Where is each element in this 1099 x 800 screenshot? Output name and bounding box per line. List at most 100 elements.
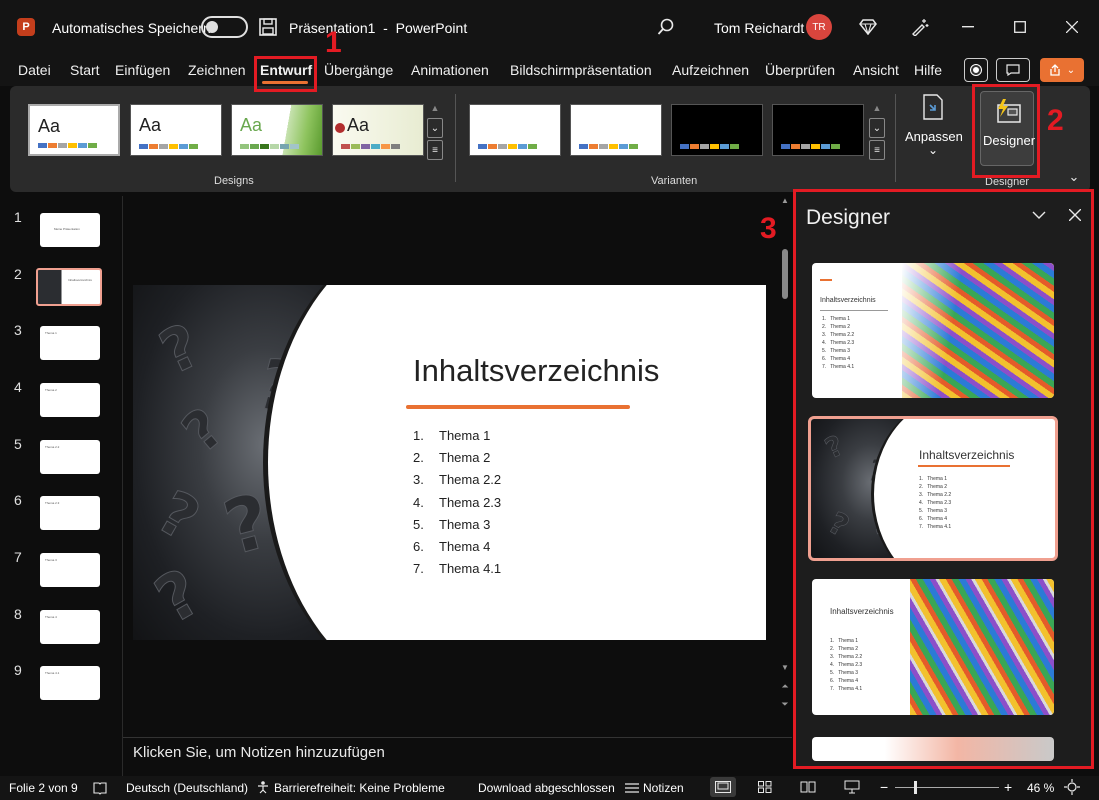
slide-thumbnail-5[interactable]: Thema 2.2 — [40, 440, 100, 474]
color-swatch — [58, 143, 67, 148]
tab-ansicht[interactable]: Ansicht — [853, 62, 899, 78]
slide-thumbnail-2[interactable]: Inhaltsverzeichnis — [36, 268, 102, 306]
save-icon[interactable] — [258, 17, 278, 37]
tab-animationen[interactable]: Animationen — [411, 62, 489, 78]
toc-text: Thema 2.2 — [439, 472, 502, 488]
slide-sorter-icon[interactable] — [755, 777, 775, 797]
slide-thumbnail-8[interactable]: Thema 4 — [40, 610, 100, 644]
theme-office[interactable]: Aa — [130, 104, 222, 156]
theme-gallery-scroll: ▲ ⌄ ≡ — [427, 98, 443, 162]
record-button[interactable] — [964, 58, 988, 82]
sidebar-divider — [122, 196, 123, 776]
previous-slide-icon[interactable]: ⏶ — [778, 680, 792, 692]
color-swatch — [139, 144, 148, 149]
tab-zeichnen[interactable]: Zeichnen — [188, 62, 246, 78]
thumbnail-text: Thema 4 — [45, 615, 57, 619]
chevron-up-icon[interactable]: ▲ — [427, 98, 443, 118]
reading-view-icon[interactable] — [798, 777, 818, 797]
language-status[interactable]: Deutsch (Deutschland) — [126, 781, 248, 795]
variant-4[interactable] — [772, 104, 864, 156]
variant-2[interactable] — [570, 104, 662, 156]
normal-view-icon[interactable] — [710, 777, 736, 797]
slide-toc-list[interactable]: 1. Thema 1 2. Thema 2 3. Thema 2.2 4. Thema 2.3… — [413, 428, 501, 583]
color-swatch — [260, 144, 269, 149]
tab-ueberpruefen[interactable]: Überprüfen — [765, 62, 835, 78]
close-icon[interactable] — [1062, 17, 1082, 37]
color-swatch — [290, 144, 299, 149]
tab-start[interactable]: Start — [70, 62, 100, 78]
color-swatch — [48, 143, 57, 148]
minimize-icon[interactable] — [958, 17, 978, 37]
chevron-up-icon[interactable]: ▲ — [869, 98, 885, 118]
collapse-ribbon-icon[interactable]: ⌄ — [1064, 168, 1084, 186]
color-swatch — [498, 144, 507, 149]
accessibility-status[interactable]: Barrierefreiheit: Keine Probleme — [274, 781, 445, 795]
tab-uebergaenge[interactable]: Übergänge — [324, 62, 393, 78]
autosave-toggle[interactable] — [201, 16, 248, 38]
color-swatch — [240, 144, 249, 149]
scroll-down-icon[interactable]: ▼ — [779, 661, 791, 673]
slideshow-icon[interactable] — [842, 777, 862, 797]
slide-thumbnail-4[interactable]: Thema 2 — [40, 383, 100, 417]
color-swatch — [508, 144, 517, 149]
maximize-icon[interactable] — [1010, 17, 1030, 37]
gallery-more-icon[interactable]: ≡ — [427, 140, 443, 160]
slide-number: 1 — [14, 209, 22, 225]
color-swatch — [68, 143, 77, 148]
tab-datei[interactable]: Datei — [18, 62, 51, 78]
chevron-down-icon[interactable]: ⌄ — [869, 118, 885, 138]
ribbon-divider — [895, 94, 896, 182]
diamond-icon[interactable] — [858, 17, 878, 37]
tab-aufzeichnen[interactable]: Aufzeichnen — [672, 62, 749, 78]
share-button[interactable]: ⌄ — [1040, 58, 1084, 82]
thumbnail-text: Thema 2.3 — [45, 501, 60, 505]
anpassen-button[interactable]: Anpassen ⌄ — [900, 92, 966, 162]
tab-hilfe[interactable]: Hilfe — [914, 62, 942, 78]
user-name[interactable]: Tom Reichardt — [714, 20, 804, 36]
avatar[interactable]: TR — [806, 14, 832, 40]
zoom-slider-thumb[interactable] — [914, 781, 917, 794]
comments-button[interactable] — [996, 58, 1030, 82]
thumbnail-text: Thema 3 — [45, 558, 57, 562]
theme-ion[interactable]: Aa — [332, 104, 424, 156]
variant-swatches — [781, 144, 840, 149]
toc-number: 3. — [413, 472, 424, 488]
toc-text: Thema 4 — [439, 538, 491, 554]
variant-1[interactable] — [469, 104, 561, 156]
color-swatch — [381, 144, 390, 149]
slide-thumbnail-3[interactable]: Thema 1 — [40, 326, 100, 360]
color-swatch — [38, 143, 47, 148]
slide-thumbnail-1[interactable]: Meine Präsentation — [40, 213, 100, 247]
slide-thumbnail-7[interactable]: Thema 3 — [40, 553, 100, 587]
theme-preview-text: Aa — [347, 115, 370, 135]
notes-icon[interactable] — [623, 780, 641, 796]
next-slide-icon[interactable]: ⏷ — [778, 698, 792, 710]
zoom-in-icon[interactable]: + — [1004, 779, 1012, 795]
notes-placeholder[interactable]: Klicken Sie, um Notizen hinzuzufügen — [133, 744, 385, 761]
notes-button[interactable]: Notizen — [643, 781, 684, 795]
variant-3[interactable] — [671, 104, 763, 156]
toc-text: Thema 3 — [439, 516, 491, 532]
zoom-level[interactable]: 46 % — [1027, 781, 1054, 795]
chevron-down-icon[interactable]: ⌄ — [427, 118, 443, 138]
slide-thumbnail-9[interactable]: Thema 4.1 — [40, 666, 100, 700]
tab-einfuegen[interactable]: Einfügen — [115, 62, 170, 78]
book-icon[interactable] — [92, 780, 108, 796]
slide-thumbnail-6[interactable]: Thema 2.3 — [40, 496, 100, 530]
scroll-up-icon[interactable]: ▲ — [779, 196, 791, 205]
accessibility-icon[interactable] — [255, 779, 271, 795]
theme-office-selected[interactable]: Aa — [28, 104, 120, 156]
slide-title[interactable]: Inhaltsverzeichnis — [413, 353, 659, 389]
gallery-more-icon[interactable]: ≡ — [869, 140, 885, 160]
tab-bildschirmpraesentation[interactable]: Bildschirmpräsentation — [510, 62, 652, 78]
search-icon[interactable] — [656, 17, 676, 37]
scroll-thumb[interactable] — [782, 249, 788, 299]
fit-slide-icon[interactable] — [1063, 778, 1081, 796]
editor-vertical-scrollbar[interactable]: ▲ — [779, 196, 791, 716]
color-swatch — [88, 143, 97, 148]
zoom-slider[interactable] — [895, 781, 999, 794]
theme-facet[interactable]: Aa — [231, 104, 323, 156]
magic-pen-icon[interactable] — [910, 17, 930, 37]
zoom-out-icon[interactable]: − — [880, 779, 888, 795]
slide-counter[interactable]: Folie 2 von 9 — [9, 781, 78, 795]
